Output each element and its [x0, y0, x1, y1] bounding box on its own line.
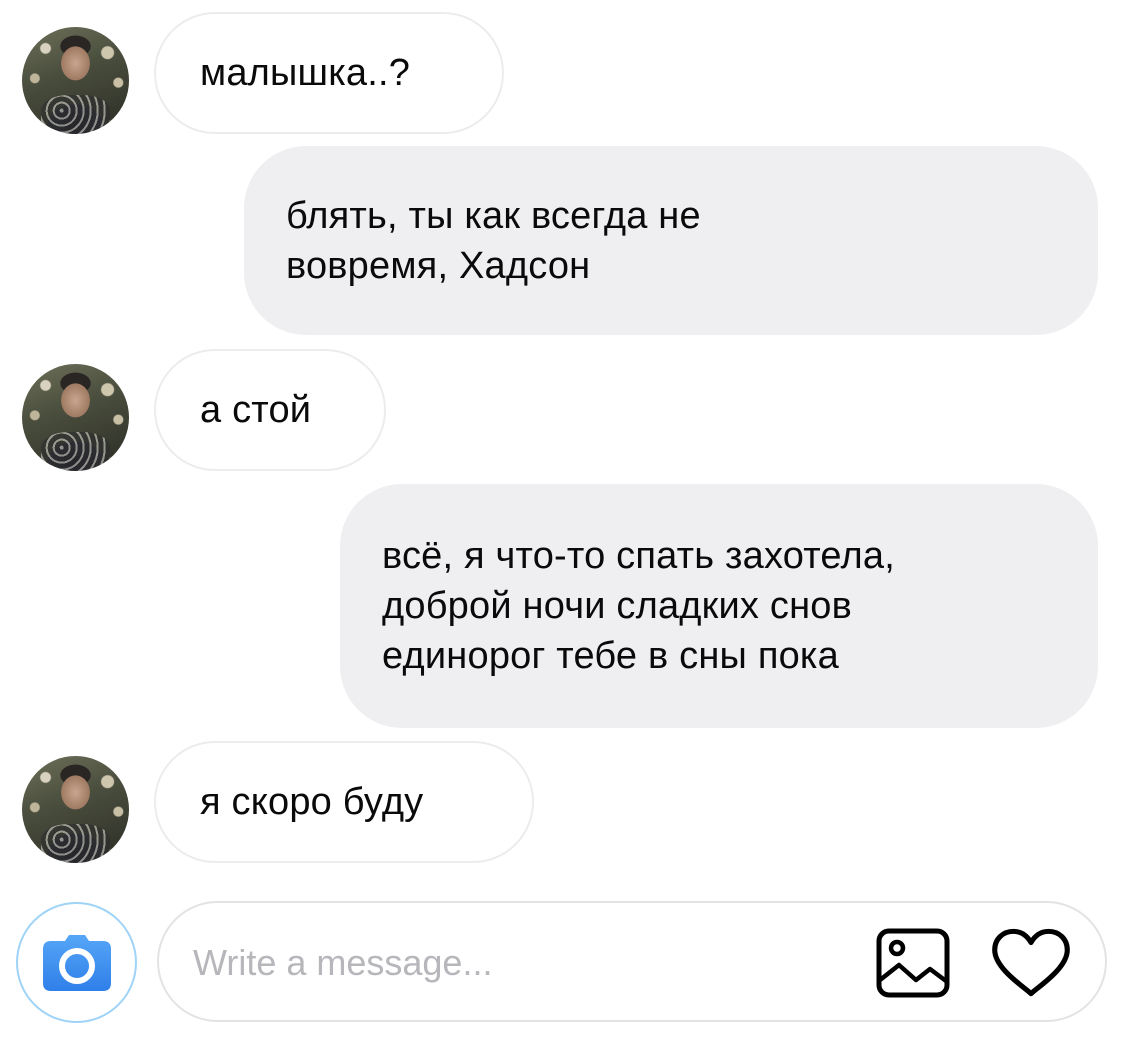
- message-text: блять, ты как всегда не вовремя, Хадсон: [286, 194, 701, 287]
- sender-avatar[interactable]: [22, 756, 129, 863]
- like-button[interactable]: [991, 923, 1071, 1003]
- heart-icon: [992, 928, 1070, 997]
- incoming-message-bubble[interactable]: я скоро буду: [154, 741, 534, 863]
- sender-avatar[interactable]: [22, 27, 129, 134]
- camera-icon: [42, 934, 111, 991]
- message-composer: [157, 901, 1107, 1022]
- gallery-button[interactable]: [873, 923, 953, 1003]
- message-text: всё, я что-то спать захотела, доброй ноч…: [382, 535, 895, 677]
- message-text: а стой: [200, 389, 312, 431]
- message-text: я скоро буду: [200, 781, 424, 823]
- message-text: малышка..?: [200, 52, 411, 94]
- outgoing-message-bubble[interactable]: всё, я что-то спать захотела, доброй ноч…: [340, 484, 1098, 728]
- sender-avatar[interactable]: [22, 364, 129, 471]
- message-input[interactable]: [193, 933, 833, 993]
- camera-button[interactable]: [16, 902, 137, 1023]
- incoming-message-bubble[interactable]: а стой: [154, 349, 386, 471]
- incoming-message-bubble[interactable]: малышка..?: [154, 12, 504, 134]
- outgoing-message-bubble[interactable]: блять, ты как всегда не вовремя, Хадсон: [244, 146, 1098, 335]
- image-gallery-icon: [876, 928, 950, 998]
